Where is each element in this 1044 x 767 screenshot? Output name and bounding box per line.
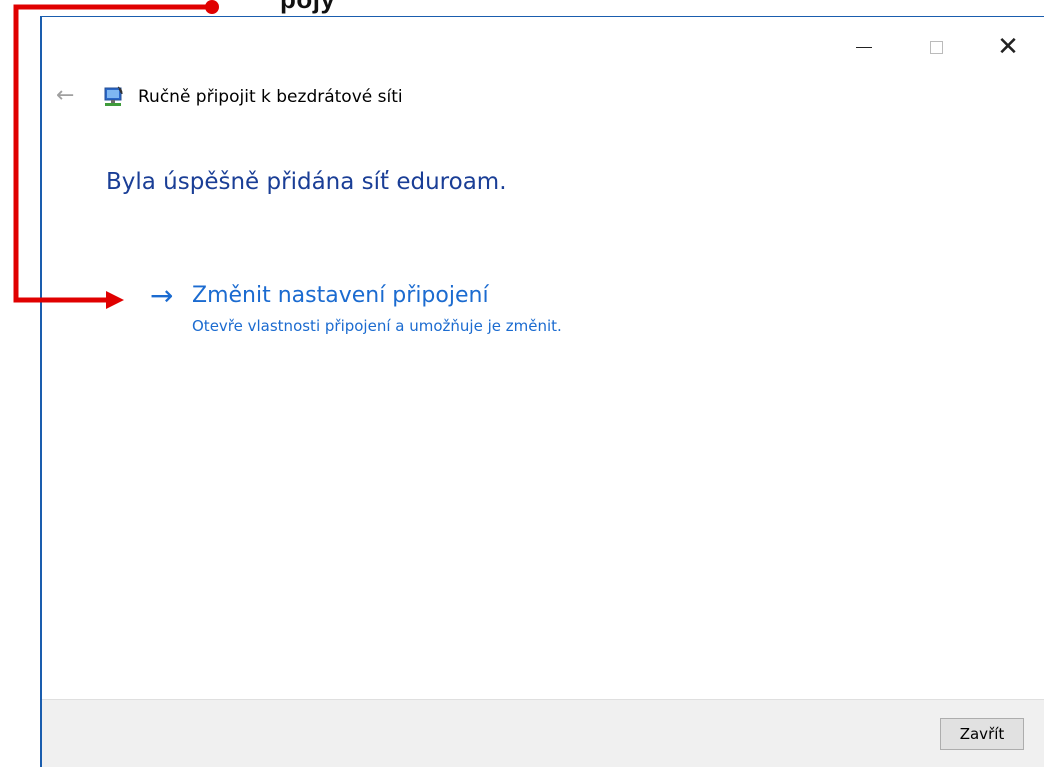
maximize-icon <box>929 40 943 54</box>
dialog-footer: Zavřít <box>42 699 1044 767</box>
back-arrow-icon[interactable]: ← <box>56 83 74 108</box>
window-controls: ✕ <box>828 17 1044 77</box>
minimize-icon <box>856 46 872 48</box>
network-icon <box>104 86 123 106</box>
change-settings-description: Otevře vlastnosti připojení a umožňuje j… <box>192 317 562 335</box>
arrow-right-icon: → <box>150 279 174 312</box>
close-window-button[interactable]: ✕ <box>972 17 1044 77</box>
dialog-window: ✕ ← Ručně připojit k bezdrátové síti Byl… <box>40 16 1044 767</box>
maximize-button[interactable] <box>900 17 972 77</box>
change-settings-link[interactable]: Změnit nastavení připojení <box>192 281 489 311</box>
top-caption: pojy <box>280 0 335 15</box>
minimize-button[interactable] <box>828 17 900 77</box>
window-title: Ručně připojit k bezdrátové síti <box>138 87 403 107</box>
close-button[interactable]: Zavřít <box>940 718 1024 750</box>
close-icon: ✕ <box>997 32 1019 62</box>
annotation-dot <box>205 0 219 14</box>
success-heading: Byla úspěšně přidána síť eduroam. <box>106 169 507 195</box>
